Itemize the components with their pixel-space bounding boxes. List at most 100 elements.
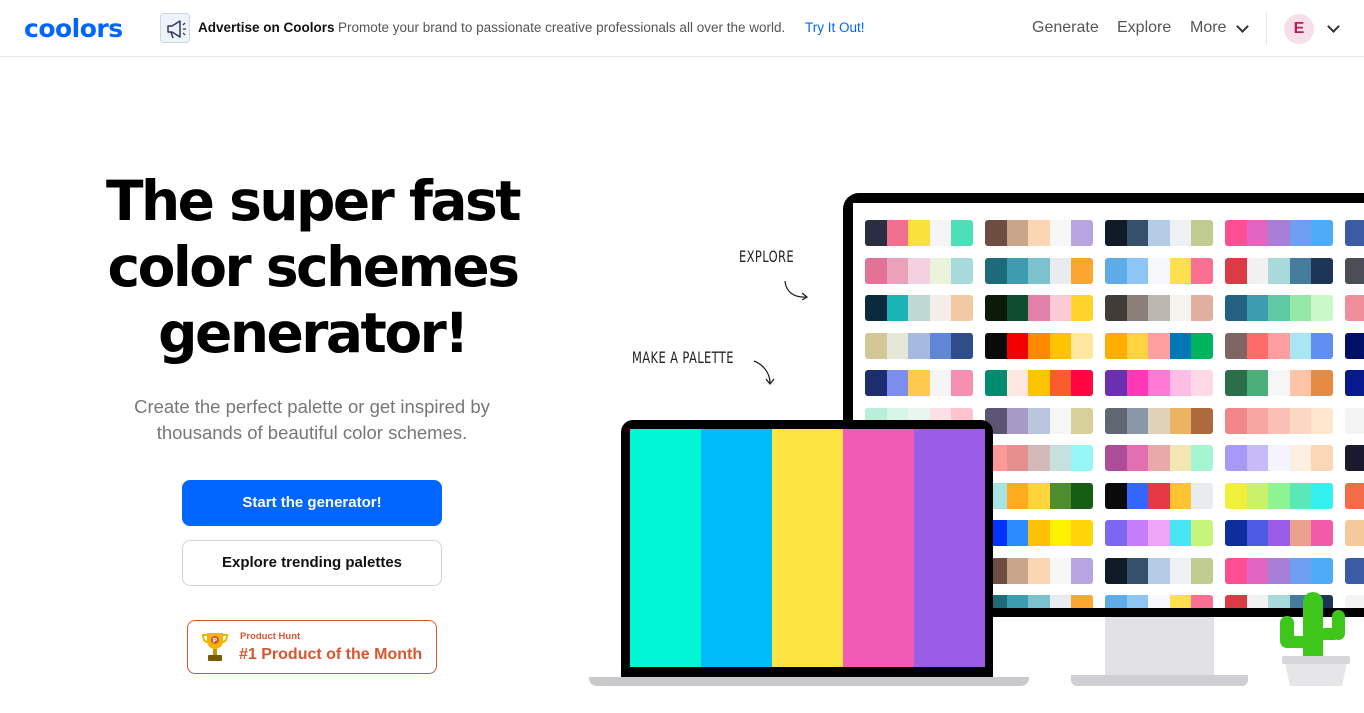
- palette-color: [929, 295, 952, 321]
- palette-color: [1169, 332, 1192, 359]
- palette-color: [1006, 595, 1029, 608]
- palette-color: [1071, 520, 1093, 546]
- palette-preview: [985, 520, 1093, 546]
- palette-color: [1169, 520, 1192, 546]
- explore-trending-button[interactable]: Explore trending palettes: [182, 540, 442, 586]
- palette-color: [1148, 520, 1170, 546]
- palette-preview: [985, 557, 1093, 584]
- palette-preview: [1225, 257, 1333, 284]
- palette-color: [1148, 220, 1170, 246]
- palette-color: [908, 257, 930, 284]
- palette-preview: [985, 257, 1093, 284]
- palette-color: [886, 295, 909, 321]
- palette-color: [1006, 295, 1029, 321]
- palette-color: [1311, 407, 1333, 434]
- chevron-down-icon[interactable]: [1327, 20, 1340, 33]
- palette-color: [1289, 257, 1312, 284]
- palette-preview: [1105, 295, 1213, 321]
- palette-color: [1126, 257, 1149, 284]
- palette-color: [1148, 482, 1170, 509]
- palette-preview: [1345, 520, 1364, 546]
- palette-preview: [985, 595, 1093, 608]
- palette-color: [1006, 370, 1029, 396]
- palette-color: [1071, 295, 1093, 321]
- explore-annotation: EXPLORE: [739, 247, 795, 266]
- palette-color: [1028, 370, 1050, 396]
- palette-color: [1311, 295, 1333, 321]
- palette-preview: [1225, 332, 1333, 359]
- user-avatar[interactable]: E: [1284, 14, 1314, 44]
- palette-color: [865, 220, 887, 246]
- palette-color: [1311, 332, 1333, 359]
- palette-color: [1268, 332, 1290, 359]
- coolors-logo[interactable]: coolors: [24, 14, 123, 43]
- palette-color: [1191, 295, 1213, 321]
- palette-color: [1246, 407, 1269, 434]
- palette-color: [1148, 557, 1170, 584]
- palette-color: [1345, 220, 1364, 246]
- palette-color: [1006, 520, 1029, 546]
- palette-color: [1049, 407, 1072, 434]
- nav-generate[interactable]: Generate: [1032, 19, 1099, 37]
- palette-color: [1345, 520, 1364, 546]
- palette-color: [1311, 445, 1333, 471]
- palette-color: [1289, 370, 1312, 396]
- palette-color: [1345, 482, 1364, 509]
- palette-preview: [1225, 520, 1333, 546]
- palette-color: [1049, 445, 1072, 471]
- palette-preview: [985, 220, 1093, 246]
- top-navigation-bar: coolors Advertise on Coolors Promote you…: [0, 0, 1364, 57]
- start-generator-button[interactable]: Start the generator!: [182, 480, 442, 526]
- palette-color: [1006, 482, 1029, 509]
- nav-more[interactable]: More: [1190, 19, 1226, 37]
- laptop-color-swatch: [701, 429, 772, 667]
- palette-preview: [1105, 557, 1213, 584]
- palette-color: [1105, 407, 1127, 434]
- palette-color: [1126, 370, 1149, 396]
- curved-arrow-icon: [753, 360, 775, 386]
- palette-color: [951, 257, 973, 284]
- palette-color: [1169, 257, 1192, 284]
- nav-explore[interactable]: Explore: [1117, 19, 1171, 37]
- palette-color: [1246, 257, 1269, 284]
- hero-title-line: color schemes: [107, 235, 520, 299]
- palette-color: [1071, 445, 1093, 471]
- palette-color: [1028, 220, 1050, 246]
- laptop-color-swatch: [630, 429, 701, 667]
- palette-preview: [1225, 445, 1333, 471]
- palette-color: [1028, 295, 1050, 321]
- palette-color: [1169, 220, 1192, 246]
- palette-color: [1311, 257, 1333, 284]
- palette-color: [1225, 295, 1247, 321]
- palette-color: [1105, 445, 1127, 471]
- palette-color: [1191, 220, 1213, 246]
- palette-color: [1169, 482, 1192, 509]
- palette-preview: [1345, 332, 1364, 359]
- palette-color: [1148, 295, 1170, 321]
- chevron-down-icon[interactable]: [1236, 20, 1249, 33]
- palette-color: [1268, 370, 1290, 396]
- palette-preview: [865, 370, 973, 396]
- product-hunt-badge[interactable]: P Product Hunt #1 Product of the Month: [187, 620, 437, 674]
- palette-preview: [865, 257, 973, 284]
- palette-color: [1105, 332, 1127, 359]
- palette-color: [1126, 220, 1149, 246]
- laptop-palette: [630, 429, 985, 667]
- palette-color: [1049, 557, 1072, 584]
- palette-color: [929, 220, 952, 246]
- palette-preview: [1105, 332, 1213, 359]
- palette-color: [1148, 445, 1170, 471]
- palette-color: [1148, 407, 1170, 434]
- hero-title: The super fast color schemes generator!: [60, 168, 565, 366]
- palette-color: [908, 332, 930, 359]
- palette-color: [1028, 332, 1050, 359]
- palette-color: [1126, 595, 1149, 608]
- palette-color: [1246, 295, 1269, 321]
- palette-preview: [1105, 370, 1213, 396]
- ad-try-it-link[interactable]: Try It Out!: [805, 20, 865, 35]
- palette-preview: [1105, 520, 1213, 546]
- palette-color: [1191, 407, 1213, 434]
- curved-arrow-icon: [784, 280, 809, 301]
- palette-color: [1169, 370, 1192, 396]
- palette-preview: [1225, 407, 1333, 434]
